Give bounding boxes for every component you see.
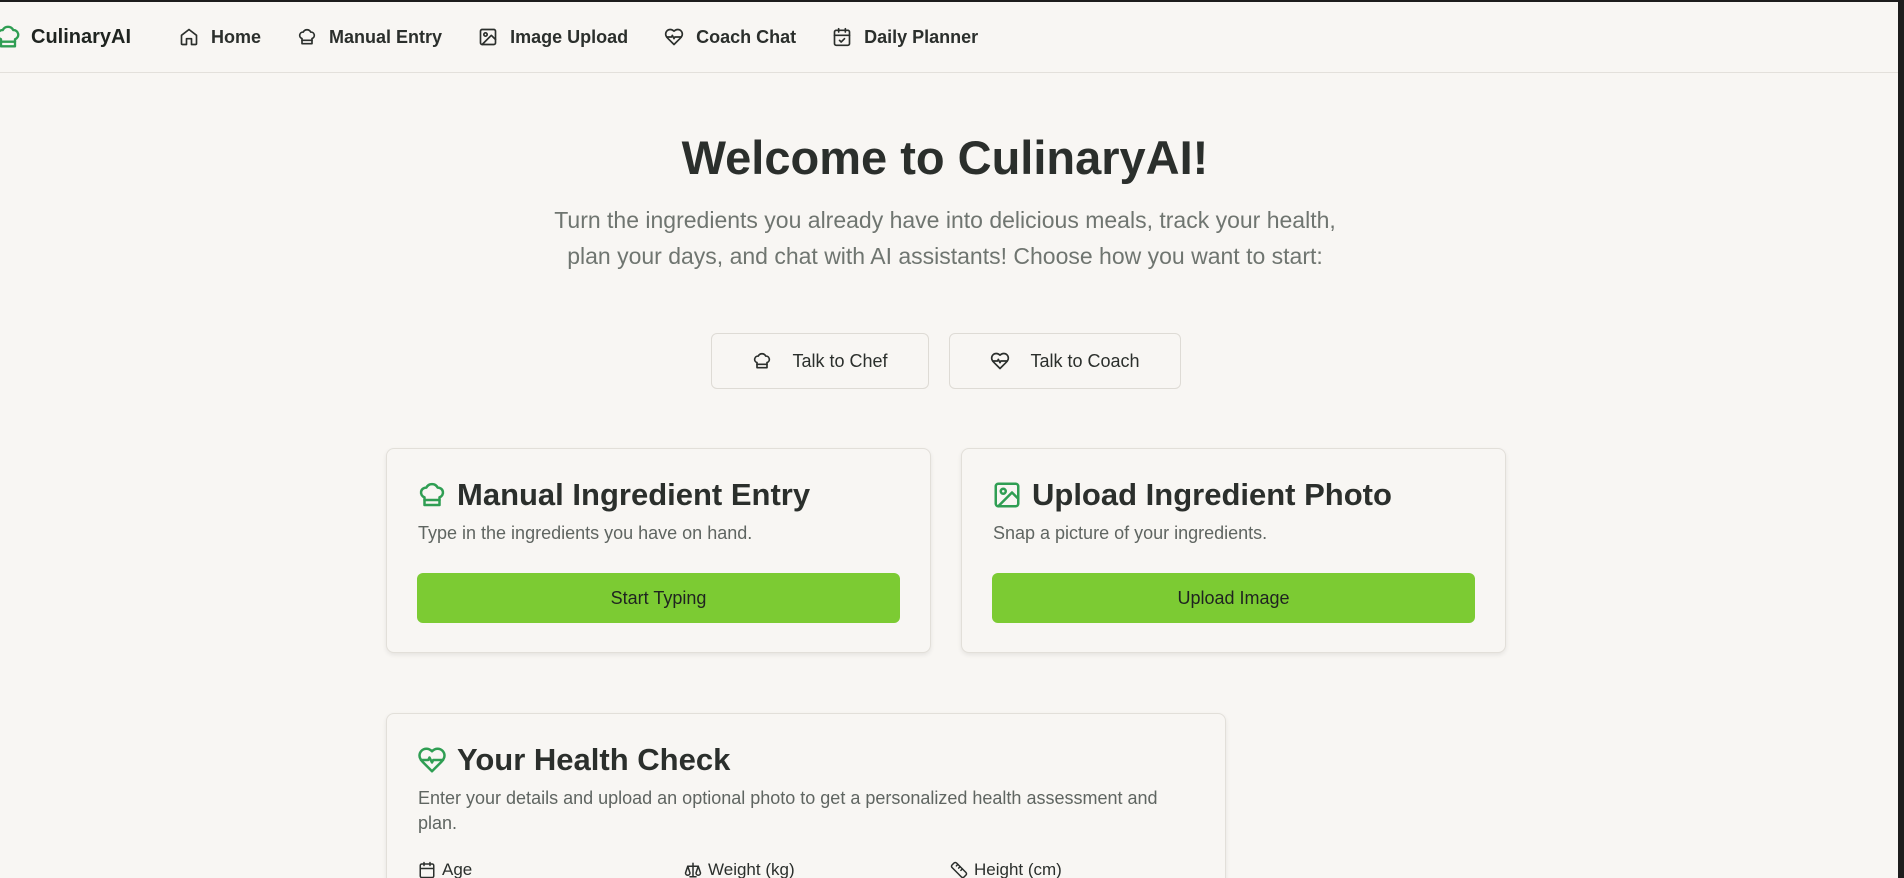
talk-to-chef-button[interactable]: Talk to Chef xyxy=(711,333,929,389)
height-field-label: Height (cm) xyxy=(950,860,1216,878)
height-label: Height (cm) xyxy=(974,860,1062,878)
ruler-icon xyxy=(950,861,968,878)
top-navbar: CulinaryAI Home Manual Entry Image Uploa… xyxy=(0,0,1898,73)
main-nav: Home Manual Entry Image Upload Coach Cha… xyxy=(179,27,1014,48)
health-fields: Age Weight (kg) Height (cm) xyxy=(418,860,1216,878)
scale-icon xyxy=(684,862,702,878)
brand[interactable]: CulinaryAI xyxy=(0,23,131,51)
manual-entry-description: Type in the ingredients you have on hand… xyxy=(418,523,753,543)
calendar-icon xyxy=(419,861,435,878)
chef-hat-icon xyxy=(298,28,316,45)
nav-image-upload-label: Image Upload xyxy=(510,26,629,47)
image-plus-icon xyxy=(479,28,497,46)
nav-daily-planner[interactable]: Daily Planner xyxy=(832,27,978,48)
brand-name: CulinaryAI xyxy=(31,25,132,48)
page-title: Welcome to CulinaryAI! xyxy=(681,131,1209,184)
health-check-card: Your Health Check Enter your details and… xyxy=(386,713,1226,878)
upload-photo-title: Upload Ingredient Photo xyxy=(1032,477,1392,512)
health-check-description: Enter your details and upload an optiona… xyxy=(418,788,1158,833)
heart-pulse-icon xyxy=(991,352,1010,370)
nav-manual-entry-label: Manual Entry xyxy=(329,26,443,47)
age-field-label: Age xyxy=(418,860,684,878)
upload-image-button[interactable]: Upload Image xyxy=(992,573,1475,623)
calendar-check-icon xyxy=(833,27,851,47)
heart-pulse-icon xyxy=(418,747,446,773)
window-edge xyxy=(1898,0,1904,878)
start-typing-button[interactable]: Start Typing xyxy=(417,573,900,623)
weight-field-label: Weight (kg) xyxy=(684,860,950,878)
upload-photo-card: Upload Ingredient Photo Snap a picture o… xyxy=(961,448,1506,653)
nav-manual-entry[interactable]: Manual Entry xyxy=(297,27,442,48)
weight-label: Weight (kg) xyxy=(708,860,795,878)
nav-home-label: Home xyxy=(211,26,262,47)
nav-coach-chat-label: Coach Chat xyxy=(696,26,797,47)
chef-hat-logo-icon xyxy=(0,25,20,48)
manual-entry-title: Manual Ingredient Entry xyxy=(457,477,811,512)
age-label: Age xyxy=(442,860,473,878)
talk-to-coach-button[interactable]: Talk to Coach xyxy=(949,333,1181,389)
heart-pulse-icon xyxy=(664,28,684,46)
page-subtitle: Turn the ingredients you already have in… xyxy=(554,207,1336,269)
nav-home[interactable]: Home xyxy=(179,27,261,48)
talk-to-coach-label: Talk to Coach xyxy=(1030,350,1140,371)
home-icon xyxy=(180,28,198,46)
health-check-title: Your Health Check xyxy=(457,742,731,777)
nav-coach-chat[interactable]: Coach Chat xyxy=(664,27,796,48)
nav-daily-planner-label: Daily Planner xyxy=(864,26,979,47)
manual-entry-card: Manual Ingredient Entry Type in the ingr… xyxy=(386,448,931,653)
image-upload-icon xyxy=(994,482,1020,508)
talk-to-chef-label: Talk to Chef xyxy=(792,350,888,371)
upload-photo-description: Snap a picture of your ingredients. xyxy=(993,523,1268,543)
chef-hat-icon xyxy=(419,482,445,507)
chef-hat-icon xyxy=(754,352,771,369)
nav-image-upload[interactable]: Image Upload xyxy=(478,27,628,48)
